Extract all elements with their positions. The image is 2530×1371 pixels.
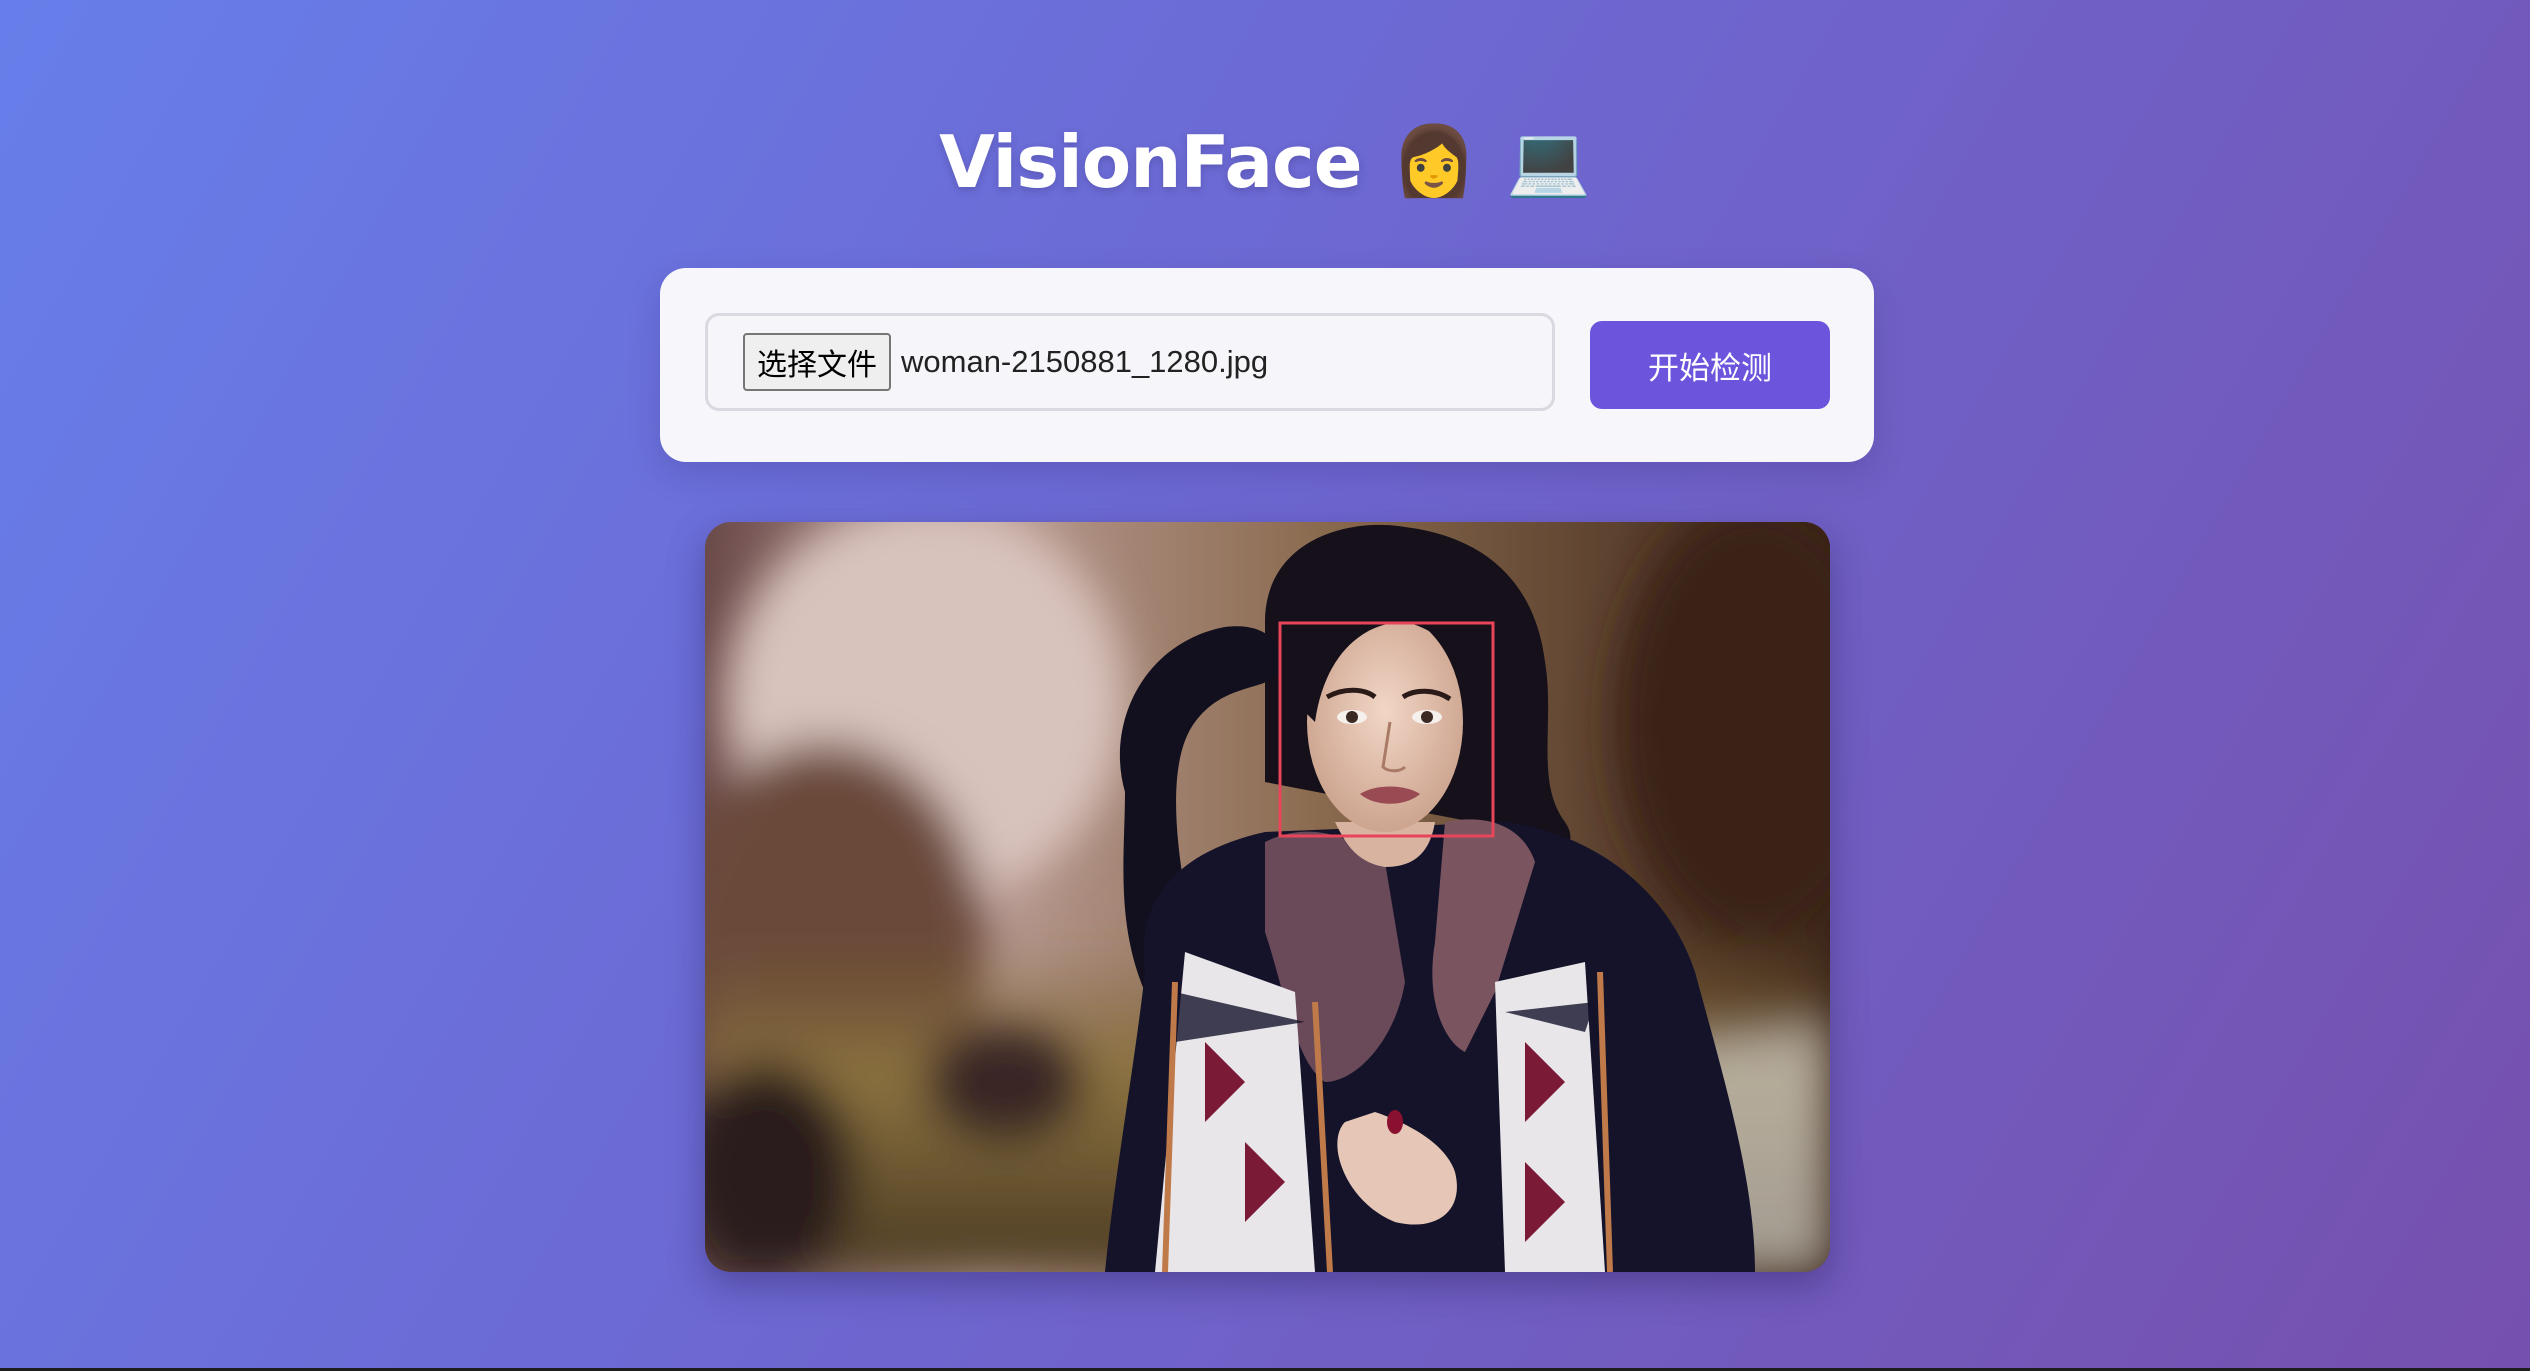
photo-of-woman	[705, 522, 1830, 1272]
woman-emoji-icon: 👩	[1391, 122, 1477, 201]
selected-file-name: woman-2150881_1280.jpg	[901, 344, 1269, 379]
file-input[interactable]: 选择文件 woman-2150881_1280.jpg	[705, 313, 1555, 411]
header: VisionFace 👩 💻	[0, 112, 2530, 212]
laptop-emoji-icon: 💻	[1506, 122, 1591, 201]
app-title: VisionFace	[939, 120, 1362, 204]
choose-file-button[interactable]: 选择文件	[743, 333, 891, 391]
upload-card: 选择文件 woman-2150881_1280.jpg 开始检测	[660, 268, 1874, 462]
start-detection-button[interactable]: 开始检测	[1590, 321, 1830, 409]
result-image	[705, 522, 1830, 1272]
